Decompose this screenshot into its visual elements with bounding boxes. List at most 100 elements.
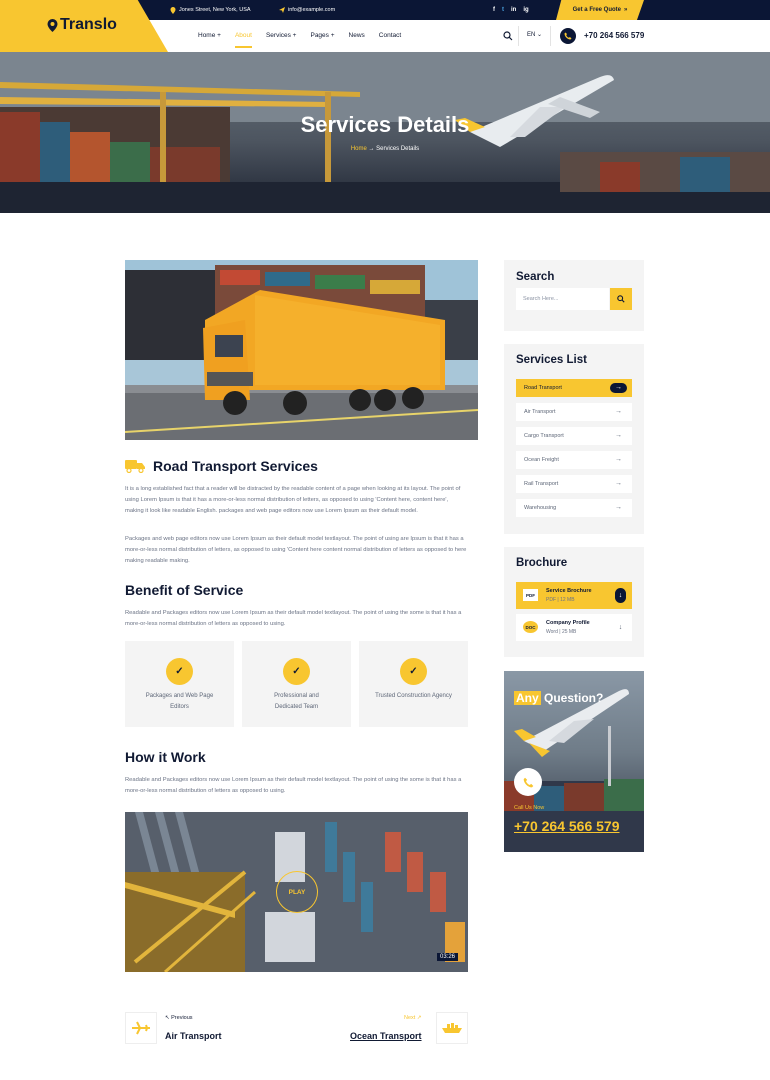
call-button[interactable] xyxy=(514,768,542,796)
video-duration: 03:26 xyxy=(437,953,459,961)
arrow-right-icon: → xyxy=(615,456,622,463)
sidebar-search-input[interactable]: Search Here... xyxy=(516,288,609,310)
service-description-2: Packages and web page editors now use Lo… xyxy=(125,536,467,564)
search-icon[interactable] xyxy=(503,31,513,41)
brochure-meta: PDF | 12 MB xyxy=(546,597,575,603)
arrow-right-icon: → xyxy=(615,408,622,415)
service-description: It is a long established fact that a rea… xyxy=(125,486,461,514)
get-quote-button[interactable]: Get a Free Quote » xyxy=(556,0,644,20)
breadcrumb: Home → Services Details xyxy=(0,146,770,152)
brochure-name: Service Brochure xyxy=(546,588,592,594)
ship-icon xyxy=(442,1023,462,1033)
nav-contact[interactable]: Contact xyxy=(379,28,401,44)
nav-services[interactable]: Services + xyxy=(266,28,297,44)
next-thumbnail[interactable] xyxy=(436,1012,468,1044)
benefit-label: Professional and Dedicated Team xyxy=(274,693,319,710)
arrow-right-icon: → xyxy=(615,480,622,487)
linkedin-icon[interactable]: in xyxy=(511,7,516,13)
arrow-right-icon: → xyxy=(615,504,622,511)
benefit-card: ✓ Packages and Web Page Editors xyxy=(125,641,234,727)
double-chevron-icon: » xyxy=(624,7,628,13)
previous-thumbnail[interactable] xyxy=(125,1012,157,1044)
brochure-meta: Word | 25 MB xyxy=(546,629,577,635)
benefit-description: Readable and Packages editors now use Lo… xyxy=(125,610,462,627)
brochure-name: Company Profile xyxy=(546,620,590,626)
next-title[interactable]: Ocean Transport xyxy=(350,1031,422,1041)
chevron-down-icon: ⌄ xyxy=(537,32,543,38)
previous-title[interactable]: Air Transport xyxy=(165,1031,222,1041)
check-icon: ✓ xyxy=(283,658,310,685)
instagram-icon[interactable]: ig xyxy=(523,7,528,13)
logo[interactable]: Translo xyxy=(46,16,117,34)
arrow-up-left-icon: ↖ xyxy=(165,1015,170,1021)
benefit-card: ✓ Trusted Construction Agency xyxy=(359,641,468,727)
play-label: PLAY xyxy=(288,888,306,896)
breadcrumb-home[interactable]: Home xyxy=(351,146,367,152)
page: Jones Street, New York, USA info@example… xyxy=(0,0,770,1080)
service-item-air[interactable]: Air Transport → xyxy=(516,403,632,421)
download-icon[interactable]: ↓ xyxy=(615,588,626,603)
address-text: Jones Street, New York, USA xyxy=(179,7,251,13)
nav-home[interactable]: Home + xyxy=(198,28,221,44)
service-item-ocean[interactable]: Ocean Freight → xyxy=(516,451,632,469)
breadcrumb-current: Services Details xyxy=(376,146,420,152)
brochure-item[interactable]: PDF Service Brochure PDF | 12 MB ↓ xyxy=(516,582,632,609)
pdf-icon: PDF xyxy=(523,589,538,601)
service-item-warehousing[interactable]: Warehousing → xyxy=(516,499,632,517)
benefit-card: ✓ Professional and Dedicated Team xyxy=(242,641,351,727)
call-number[interactable]: +70 264 566 579 xyxy=(514,818,620,834)
language-selector[interactable]: EN ⌄ xyxy=(527,31,542,38)
header-divider xyxy=(518,26,519,46)
play-button[interactable]: PLAY xyxy=(276,871,318,913)
twitter-icon[interactable]: t xyxy=(502,7,504,13)
arrow-right-icon: → xyxy=(615,432,622,439)
phone-icon xyxy=(564,32,572,40)
search-widget-title: Search xyxy=(516,271,555,283)
download-icon[interactable]: ↓ xyxy=(615,620,626,635)
email-info[interactable]: info@example.com xyxy=(279,0,335,20)
services-list-widget: Services List Road Transport → Air Transp… xyxy=(504,344,644,534)
nav-news[interactable]: News xyxy=(349,28,365,44)
social-links: f t in ig xyxy=(493,0,529,20)
service-item-road[interactable]: Road Transport → xyxy=(516,379,632,397)
benefit-label: Packages and Web Page Editors xyxy=(145,693,214,710)
brochure-widget: Brochure PDF Service Brochure PDF | 12 M… xyxy=(504,547,644,657)
previous-label: ↖ Previous xyxy=(165,1015,193,1021)
question-banner: Any Question? Call Us Now +70 264 566 57… xyxy=(504,671,644,852)
services-list-title: Services List xyxy=(516,354,587,366)
sidebar-search-button[interactable] xyxy=(610,288,632,310)
truck-icon xyxy=(125,460,145,473)
service-item-cargo[interactable]: Cargo Transport → xyxy=(516,427,632,445)
search-icon xyxy=(617,295,625,303)
email-text[interactable]: info@example.com xyxy=(288,7,335,13)
check-icon: ✓ xyxy=(400,658,427,685)
nav-pages[interactable]: Pages + xyxy=(310,28,334,44)
page-title: Services Details xyxy=(300,112,470,137)
service-title: Road Transport Services xyxy=(153,458,318,474)
airplane-icon xyxy=(132,1021,150,1035)
nav-about[interactable]: About xyxy=(234,28,252,48)
main-nav: Home + About Services + Pages + News Con… xyxy=(198,28,401,48)
doc-icon: DOC xyxy=(523,621,538,633)
get-quote-label: Get a Free Quote xyxy=(572,7,621,13)
arrow-up-right-icon: ↗ xyxy=(416,1015,422,1021)
address-info: Jones Street, New York, USA xyxy=(170,0,251,20)
logo-pin-icon xyxy=(47,18,58,32)
language-label: EN xyxy=(527,32,536,38)
check-icon: ✓ xyxy=(166,658,193,685)
how-description: Readable and Packages editors now use Lo… xyxy=(125,777,462,794)
service-item-rail[interactable]: Rail Transport → xyxy=(516,475,632,493)
benefit-title: Benefit of Service xyxy=(125,582,244,598)
search-widget: Search Search Here... xyxy=(504,260,644,331)
location-pin-icon xyxy=(170,6,176,14)
next-label: Next ↗ xyxy=(404,1015,422,1021)
header-divider xyxy=(550,26,551,46)
brochure-title: Brochure xyxy=(516,557,568,569)
header-phone[interactable]: +70 264 566 579 xyxy=(584,31,644,40)
benefit-label: Trusted Construction Agency xyxy=(375,693,452,699)
brochure-item[interactable]: DOC Company Profile Word | 25 MB ↓ xyxy=(516,614,632,641)
facebook-icon[interactable]: f xyxy=(493,7,495,13)
breadcrumb-arrow-icon: → xyxy=(368,146,375,152)
send-icon xyxy=(279,7,285,13)
phone-icon-circle[interactable] xyxy=(560,28,576,44)
